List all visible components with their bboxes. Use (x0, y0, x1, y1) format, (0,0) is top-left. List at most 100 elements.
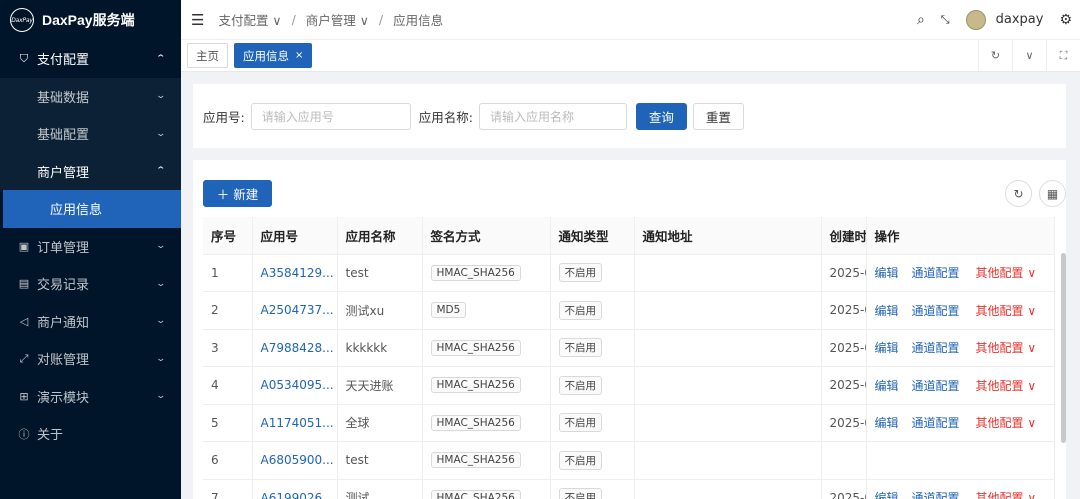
chevron-down-icon[interactable]: ∨ (1012, 40, 1046, 71)
menu-fold-icon[interactable]: ☰ (191, 11, 204, 29)
row-index: 2 (203, 291, 253, 330)
sidebar-item-6[interactable]: ▤ 交易记录 ⌄ (0, 265, 181, 303)
app-no-link[interactable]: A6805900... (252, 441, 338, 480)
refresh-icon[interactable]: ↻ (1005, 180, 1032, 207)
query-button[interactable]: 查询 (635, 102, 687, 130)
breadcrumb-item-app-info: 应用信息 (393, 13, 444, 28)
sidebar-item-label: 演示模块 (37, 390, 90, 406)
sidebar-item-label: 关于 (37, 428, 64, 444)
notify-type-tag: 不启用 (558, 488, 602, 499)
tab-app-info-label: 应用信息 (243, 48, 289, 63)
app-no-link[interactable]: A3584129... (252, 254, 338, 292)
sidebar-item-3[interactable]: 商户管理 ⌃ (0, 152, 181, 190)
settings-gear-icon[interactable]: ⚙ (1059, 12, 1072, 28)
channel-config-link[interactable]: 通道配置 (912, 491, 960, 499)
column-header: 应用名称 (337, 217, 423, 255)
sidebar-item-4[interactable]: 应用信息 (3, 190, 181, 228)
channel-config-link[interactable]: 通道配置 (912, 379, 960, 393)
app-no-link[interactable]: A1174051... (252, 404, 338, 442)
refresh-tab-icon[interactable]: ↻ (978, 40, 1012, 71)
row-index: 6 (203, 441, 253, 480)
sign-type-cell: HMAC_SHA256 (422, 254, 551, 292)
app-no-link[interactable]: A6199026... (252, 479, 338, 499)
create-time: 2025-0 (821, 366, 867, 405)
app-name: kkkkkk (337, 329, 423, 367)
app-no-link[interactable]: A0534095... (252, 366, 338, 405)
tab-app-info[interactable]: 应用信息 × (234, 43, 313, 68)
notify-type-cell: 不启用 (550, 479, 635, 499)
app-no-link[interactable]: A7988428... (252, 329, 338, 367)
row-index: 4 (203, 366, 253, 405)
edit-link[interactable]: 编辑 (875, 304, 899, 318)
new-button[interactable]: ＋ 新建 (203, 180, 272, 207)
column-header: 通知地址 (634, 217, 822, 255)
notify-url (634, 291, 822, 330)
create-time: 2025-0 (821, 404, 867, 442)
notify-type-tag: 不启用 (558, 375, 602, 395)
channel-config-link[interactable]: 通道配置 (912, 416, 960, 430)
vertical-scrollbar[interactable] (1061, 253, 1066, 443)
table-header-row: 序号 应用号 应用名称 签名方式 通知类型 通知地址 创建时 操作 (203, 217, 1055, 255)
row-actions: 编辑 通道配置 其他配置 ∨ (866, 366, 1055, 405)
notify-type-cell: 不启用 (550, 291, 635, 330)
appname-label: 应用名称: (418, 109, 473, 125)
other-config-dropdown[interactable]: 其他配置 ∨ (976, 416, 1037, 430)
fullscreen-icon[interactable]: ⤡ (941, 13, 950, 27)
sidebar-item-5[interactable]: ▣ 订单管理 ⌄ (0, 228, 181, 266)
notify-url (634, 404, 822, 442)
sign-type-tag: HMAC_SHA256 (430, 264, 521, 281)
sidebar: DaxPay DaxPay服务端 ⛉ 支付配置 ⌃ 基础数据 ⌄ 基础配置 ⌄ 商户管理 ⌃ 应用… (0, 0, 181, 499)
notify-type-tag: 不启用 (558, 300, 602, 320)
sidebar-item-2[interactable]: 基础配置 ⌄ (0, 115, 181, 153)
edit-link[interactable]: 编辑 (875, 379, 899, 393)
notify-type-cell: 不启用 (550, 329, 635, 367)
sidebar-item-0[interactable]: ⛉ 支付配置 ⌃ (0, 40, 181, 78)
channel-config-link[interactable]: 通道配置 (912, 266, 960, 280)
sidebar-item-label: 商户通知 (37, 315, 90, 331)
reset-button[interactable]: 重置 (692, 102, 744, 130)
create-time: 2025-0 (821, 254, 867, 292)
close-icon[interactable]: × (295, 50, 303, 61)
maximize-icon[interactable]: ⛶ (1046, 40, 1080, 71)
appname-input[interactable]: 请输入应用名称 (478, 102, 627, 130)
channel-config-link[interactable]: 通道配置 (912, 304, 960, 318)
edit-link[interactable]: 编辑 (875, 491, 899, 499)
app-no-link[interactable]: A2504737... (252, 291, 338, 330)
notify-type-tag: 不启用 (558, 263, 602, 283)
column-settings-icon[interactable]: ▦ (1039, 180, 1066, 207)
tab-home[interactable]: 主页 (187, 43, 228, 68)
sidebar-item-9[interactable]: ⊞ 演示模块 ⌄ (0, 378, 181, 416)
sidebar-item-1[interactable]: 基础数据 ⌄ (0, 77, 181, 115)
app-logo[interactable]: DaxPay DaxPay服务端 (0, 0, 181, 40)
sidebar-item-8[interactable]: ⤢ 对账管理 ⌄ (0, 340, 181, 378)
reconcile-icon: ⤢ (19, 351, 29, 365)
edit-link[interactable]: 编辑 (875, 266, 899, 280)
search-form: 应用号: 请输入应用号 应用名称: 请输入应用名称 查询 重置 (193, 84, 1066, 148)
daxpay-logo-icon: DaxPay (10, 8, 34, 32)
breadcrumb-item-pay-config[interactable]: 支付配置 ∨ (218, 10, 281, 29)
other-config-dropdown[interactable]: 其他配置 ∨ (976, 491, 1037, 499)
search-icon[interactable]: ⌕ (917, 12, 925, 28)
sign-type-tag: HMAC_SHA256 (430, 489, 521, 499)
other-config-dropdown[interactable]: 其他配置 ∨ (976, 304, 1037, 318)
sidebar-item-label: 基础数据 (37, 90, 90, 106)
sign-type-cell: HMAC_SHA256 (422, 404, 551, 442)
other-config-dropdown[interactable]: 其他配置 ∨ (976, 341, 1037, 355)
edit-link[interactable]: 编辑 (875, 341, 899, 355)
sidebar-item-7[interactable]: ◁ 商户通知 ⌄ (0, 303, 181, 341)
edit-link[interactable]: 编辑 (875, 416, 899, 430)
user-menu[interactable]: daxpay (965, 9, 1043, 30)
sign-type-cell: HMAC_SHA256 (422, 479, 551, 499)
channel-config-link[interactable]: 通道配置 (912, 341, 960, 355)
sign-type-cell: HMAC_SHA256 (422, 366, 551, 405)
notify-type-cell: 不启用 (550, 366, 635, 405)
sidebar-item-10[interactable]: ⓘ 关于 (0, 415, 181, 453)
sign-type-cell: HMAC_SHA256 (422, 329, 551, 367)
column-header: 通知类型 (550, 217, 635, 255)
breadcrumb-item-merchant[interactable]: 商户管理 ∨ (306, 10, 369, 29)
appno-input[interactable]: 请输入应用号 (250, 102, 411, 130)
notify-url (634, 366, 822, 405)
other-config-dropdown[interactable]: 其他配置 ∨ (976, 266, 1037, 280)
chevron-down-icon: ⌄ (155, 391, 167, 402)
other-config-dropdown[interactable]: 其他配置 ∨ (976, 379, 1037, 393)
